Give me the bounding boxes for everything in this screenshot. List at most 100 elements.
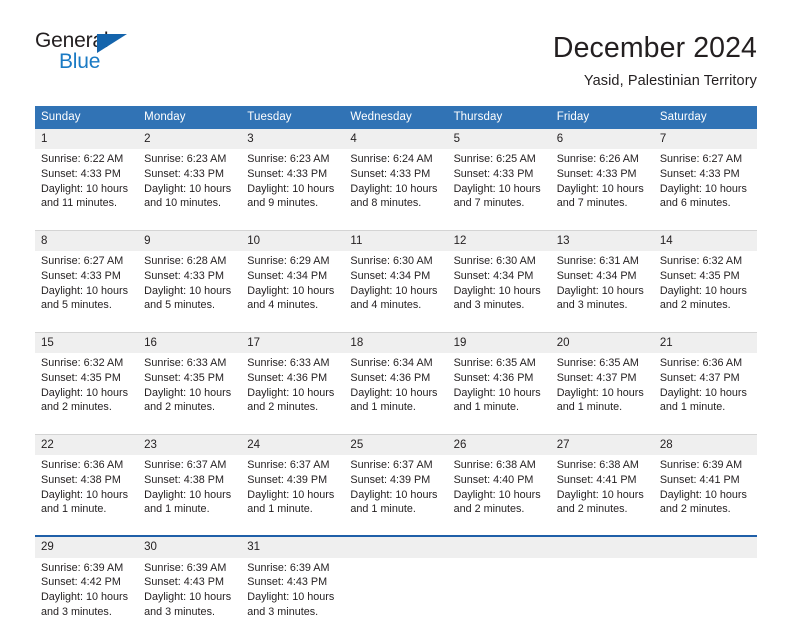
- daylight-text-line1: Daylight: 10 hours: [247, 488, 335, 501]
- day-cell-empty: [344, 557, 448, 630]
- day-cell-4[interactable]: Sunrise: 6:24 AM Sunset: 4:33 PM Daylight:…: [344, 149, 448, 222]
- day-number-15[interactable]: 15: [35, 331, 139, 354]
- day-cell-10[interactable]: Sunrise: 6:29 AM Sunset: 4:34 PM Daylight:…: [241, 251, 345, 324]
- day-number-17[interactable]: 17: [241, 331, 345, 354]
- day-number-1[interactable]: 1: [35, 128, 139, 150]
- week-daynumber-row: 8 9 10 11 12 13 14: [35, 229, 757, 252]
- daylight-text-line1: Daylight: 10 hours: [556, 386, 644, 399]
- day-cell-31[interactable]: Sunrise: 6:39 AM Sunset: 4:43 PM Daylight:…: [241, 557, 345, 630]
- day-number-13[interactable]: 13: [550, 229, 654, 252]
- day-number-12[interactable]: 12: [447, 229, 551, 252]
- day-number-23[interactable]: 23: [138, 433, 242, 456]
- day-cell-27[interactable]: Sunrise: 6:38 AM Sunset: 4:41 PM Daylight:…: [550, 455, 654, 528]
- daylight-text-line1: Daylight: 10 hours: [659, 182, 747, 195]
- day-cell-6[interactable]: Sunrise: 6:26 AM Sunset: 4:33 PM Daylight:…: [550, 149, 654, 222]
- daylight-text-line2: and 1 minute.: [41, 503, 107, 516]
- day-number-31[interactable]: 31: [241, 535, 345, 558]
- sunset-text: Sunset: 4:33 PM: [453, 167, 534, 180]
- day-cell-empty: [653, 557, 757, 630]
- day-cell-20[interactable]: Sunrise: 6:35 AM Sunset: 4:37 PM Daylight:…: [550, 353, 654, 426]
- day-cell-7[interactable]: Sunrise: 6:27 AM Sunset: 4:33 PM Daylight:…: [653, 149, 757, 222]
- day-number-6[interactable]: 6: [550, 128, 654, 150]
- day-cell-22[interactable]: Sunrise: 6:36 AM Sunset: 4:38 PM Daylight:…: [35, 455, 139, 528]
- day-number-30[interactable]: 30: [138, 535, 242, 558]
- day-number-11[interactable]: 11: [344, 229, 448, 252]
- sunset-text: Sunset: 4:34 PM: [247, 269, 328, 282]
- day-number-28[interactable]: 28: [653, 433, 757, 456]
- sunset-text: Sunset: 4:33 PM: [144, 167, 224, 180]
- day-number-2[interactable]: 2: [138, 128, 242, 150]
- calendar-table: Sunday Monday Tuesday Wednesday Thursday Frid…: [35, 105, 757, 630]
- daylight-text-line1: Daylight: 10 hours: [350, 284, 438, 297]
- day-number-20[interactable]: 20: [550, 331, 654, 354]
- day-number-26[interactable]: 26: [447, 433, 551, 456]
- day-number-25[interactable]: 25: [344, 433, 448, 456]
- day-cell-15[interactable]: Sunrise: 6:32 AM Sunset: 4:35 PM Daylight:…: [35, 353, 139, 426]
- sunrise-text: Sunrise: 6:31 AM: [556, 255, 639, 268]
- day-cell-5[interactable]: Sunrise: 6:25 AM Sunset: 4:33 PM Daylight:…: [447, 149, 551, 222]
- day-number-8[interactable]: 8: [35, 229, 139, 252]
- day-cell-19[interactable]: Sunrise: 6:35 AM Sunset: 4:36 PM Daylight:…: [447, 353, 551, 426]
- day-cell-12[interactable]: Sunrise: 6:30 AM Sunset: 4:34 PM Daylight:…: [447, 251, 551, 324]
- day-cell-30[interactable]: Sunrise: 6:39 AM Sunset: 4:43 PM Daylight:…: [138, 557, 242, 630]
- day-cell-3[interactable]: Sunrise: 6:23 AM Sunset: 4:33 PM Daylight:…: [241, 149, 345, 222]
- day-number-24[interactable]: 24: [241, 433, 345, 456]
- day-cell-28[interactable]: Sunrise: 6:39 AM Sunset: 4:41 PM Daylight:…: [653, 455, 757, 528]
- day-cell-17[interactable]: Sunrise: 6:33 AM Sunset: 4:36 PM Daylight:…: [241, 353, 345, 426]
- daylight-text-line1: Daylight: 10 hours: [659, 488, 747, 501]
- daylight-text-line2: and 1 minute.: [350, 401, 416, 414]
- day-cell-23[interactable]: Sunrise: 6:37 AM Sunset: 4:38 PM Daylight:…: [138, 455, 242, 528]
- day-number-5[interactable]: 5: [447, 128, 551, 150]
- day-number-9[interactable]: 9: [138, 229, 242, 252]
- sunrise-text: Sunrise: 6:33 AM: [247, 357, 330, 370]
- daylight-text-line2: and 3 minutes.: [453, 299, 525, 312]
- day-cell-11[interactable]: Sunrise: 6:30 AM Sunset: 4:34 PM Daylight:…: [344, 251, 448, 324]
- day-number-29[interactable]: 29: [35, 535, 139, 558]
- daylight-text-line2: and 3 minutes.: [556, 299, 628, 312]
- day-number-3[interactable]: 3: [241, 128, 345, 150]
- day-cell-21[interactable]: Sunrise: 6:36 AM Sunset: 4:37 PM Daylight:…: [653, 353, 757, 426]
- daylight-text-line1: Daylight: 10 hours: [41, 386, 129, 399]
- daylight-text-line2: and 1 minute.: [144, 503, 210, 516]
- daylight-text-line2: and 5 minutes.: [144, 299, 215, 312]
- daylight-text-line2: and 6 minutes.: [659, 197, 731, 210]
- day-number-21[interactable]: 21: [653, 331, 757, 354]
- day-number-18[interactable]: 18: [344, 331, 448, 354]
- day-cell-13[interactable]: Sunrise: 6:31 AM Sunset: 4:34 PM Daylight:…: [550, 251, 654, 324]
- sunrise-text: Sunrise: 6:39 AM: [144, 561, 227, 574]
- sunset-text: Sunset: 4:33 PM: [247, 167, 328, 180]
- day-number-empty: [653, 535, 757, 558]
- generalblue-logo[interactable]: General Blue: [35, 30, 145, 82]
- day-number-27[interactable]: 27: [550, 433, 654, 456]
- day-number-16[interactable]: 16: [138, 331, 242, 354]
- day-cell-1[interactable]: Sunrise: 6:22 AM Sunset: 4:33 PM Daylight:…: [35, 149, 139, 222]
- daylight-text-line2: and 3 minutes.: [144, 605, 215, 618]
- sunset-text: Sunset: 4:33 PM: [144, 269, 224, 282]
- day-number-4[interactable]: 4: [344, 128, 448, 150]
- day-cell-8[interactable]: Sunrise: 6:27 AM Sunset: 4:33 PM Daylight:…: [35, 251, 139, 324]
- day-cell-18[interactable]: Sunrise: 6:34 AM Sunset: 4:36 PM Daylight:…: [344, 353, 448, 426]
- sunset-text: Sunset: 4:33 PM: [659, 167, 740, 180]
- day-cell-25[interactable]: Sunrise: 6:37 AM Sunset: 4:39 PM Daylight:…: [344, 455, 448, 528]
- day-number-19[interactable]: 19: [447, 331, 551, 354]
- sunrise-text: Sunrise: 6:37 AM: [144, 459, 227, 472]
- day-number-10[interactable]: 10: [241, 229, 345, 252]
- sunset-text: Sunset: 4:39 PM: [247, 473, 328, 486]
- sunset-text: Sunset: 4:35 PM: [41, 371, 121, 384]
- day-cell-9[interactable]: Sunrise: 6:28 AM Sunset: 4:33 PM Daylight:…: [138, 251, 242, 324]
- day-cell-29[interactable]: Sunrise: 6:39 AM Sunset: 4:42 PM Daylight:…: [35, 557, 139, 630]
- daylight-text-line1: Daylight: 10 hours: [144, 182, 232, 195]
- day-cell-2[interactable]: Sunrise: 6:23 AM Sunset: 4:33 PM Daylight:…: [138, 149, 242, 222]
- sunrise-text: Sunrise: 6:25 AM: [453, 153, 536, 166]
- daylight-text-line1: Daylight: 10 hours: [453, 284, 541, 297]
- weekday-header-saturday: Saturday: [653, 105, 757, 129]
- sunrise-text: Sunrise: 6:36 AM: [41, 459, 124, 472]
- daylight-text-line2: and 3 minutes.: [247, 605, 319, 618]
- day-cell-16[interactable]: Sunrise: 6:33 AM Sunset: 4:35 PM Daylight:…: [138, 353, 242, 426]
- day-number-7[interactable]: 7: [653, 128, 757, 150]
- day-number-22[interactable]: 22: [35, 433, 139, 456]
- day-cell-26[interactable]: Sunrise: 6:38 AM Sunset: 4:40 PM Daylight:…: [447, 455, 551, 528]
- day-cell-14[interactable]: Sunrise: 6:32 AM Sunset: 4:35 PM Daylight:…: [653, 251, 757, 324]
- day-number-14[interactable]: 14: [653, 229, 757, 252]
- day-cell-24[interactable]: Sunrise: 6:37 AM Sunset: 4:39 PM Daylight:…: [241, 455, 345, 528]
